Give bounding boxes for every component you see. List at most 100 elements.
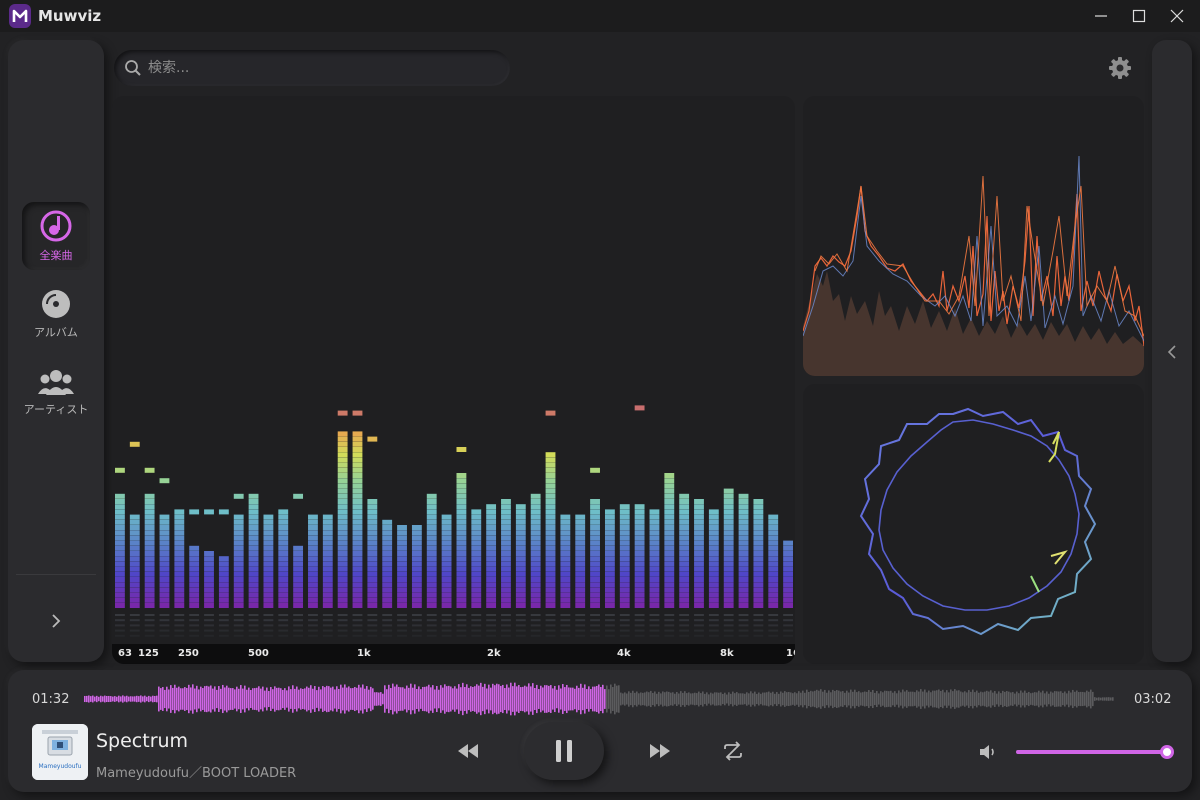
waveform-bar: [426, 686, 428, 712]
waveform-bar: [1024, 690, 1026, 708]
expand-sidebar-button[interactable]: [44, 606, 68, 636]
spectrum-segment: [263, 571, 274, 577]
spectrum-segment: [604, 525, 615, 530]
spectrum-reflection: [486, 629, 497, 632]
spectrum-reflection: [411, 614, 422, 616]
waveform-bar: [786, 692, 788, 706]
waveform-bar: [132, 696, 134, 702]
spectrum-reflection: [397, 619, 407, 622]
spectrum-segment: [723, 603, 734, 608]
spectrum-segment: [115, 551, 125, 556]
spectrum-reflection: [604, 619, 615, 622]
waveform-bar: [466, 684, 468, 714]
spectrum-segment: [189, 571, 200, 577]
waveform-bar: [790, 692, 792, 706]
spectrum-segment: [664, 545, 675, 551]
spectrum-segment: [411, 577, 422, 582]
waveform-bar: [706, 692, 708, 706]
waveform-bar: [670, 692, 672, 706]
waveform-bar: [950, 689, 952, 709]
spectrum-segment: [530, 582, 541, 588]
spectrum-reflection: [723, 624, 734, 627]
spectrum-segment: [397, 525, 407, 530]
spectrum-segment: [604, 514, 615, 520]
spectrum-segment: [144, 587, 155, 593]
expand-right-panel-button[interactable]: [1162, 340, 1182, 364]
spectrum-reflection: [783, 634, 793, 637]
waveform-bar: [606, 685, 608, 713]
sidebar-item-artists[interactable]: アーティスト: [22, 358, 90, 426]
spectrum-reflection: [293, 629, 304, 632]
volume-slider[interactable]: [1016, 745, 1175, 759]
spectrum-segment: [322, 571, 333, 577]
spectrum-reflection: [441, 624, 452, 627]
spectrum-segment: [144, 545, 155, 551]
spectrum-segment: [590, 540, 600, 546]
spectrum-reflection: [486, 634, 497, 637]
sidebar-item-albums[interactable]: アルバム: [22, 280, 90, 348]
spectrum-segment: [545, 577, 556, 582]
pause-button[interactable]: [524, 722, 604, 780]
seek-waveform[interactable]: [84, 680, 1114, 718]
spectrum-segment: [501, 571, 511, 577]
waveform-bar: [178, 686, 180, 712]
volume-button[interactable]: [976, 740, 1000, 764]
spectrum-segment: [590, 525, 600, 530]
waveform-bar: [1086, 690, 1088, 708]
waveform-bar: [678, 693, 680, 705]
spectrum-segment: [115, 499, 125, 504]
spectrum-segment: [308, 577, 318, 582]
waveform-bar: [318, 686, 320, 712]
waveform-bar: [268, 690, 270, 708]
frequency-axis: 63 125 250 500 1k 2k 4k 8k 16k: [112, 644, 795, 664]
waveform-bar: [476, 684, 478, 714]
spectrum-segment: [649, 561, 660, 567]
repeat-button[interactable]: [718, 736, 748, 766]
waveform-bar: [806, 689, 808, 709]
waveform-bar: [896, 693, 898, 705]
waveform-bar: [944, 692, 946, 706]
spectrum-segment: [441, 556, 452, 562]
spectrum-segment: [694, 535, 704, 541]
waveform-bar: [446, 686, 448, 712]
waveform-bar: [86, 695, 88, 703]
sidebar-item-all-songs[interactable]: 全楽曲: [22, 202, 90, 270]
spectrum-segment: [545, 478, 556, 484]
waveform-bar: [550, 685, 552, 713]
spectrum-segment: [604, 545, 615, 551]
spectrum-segment: [619, 587, 630, 593]
waveform-bar: [140, 695, 142, 703]
spectrum-segment: [575, 566, 586, 572]
waveform-bar: [1054, 691, 1056, 707]
spectrum-segment: [738, 556, 749, 562]
spectrum-segment: [753, 530, 764, 536]
next-button[interactable]: [644, 738, 676, 764]
volume-thumb[interactable]: [1160, 745, 1175, 759]
spectrum-segment: [664, 571, 675, 577]
waveform-bar: [170, 685, 172, 713]
waveform-bar: [330, 687, 332, 711]
spectrum-reflection: [174, 624, 185, 627]
spectrum-reflection: [263, 634, 274, 637]
waveform-bar: [538, 689, 540, 709]
search-input[interactable]: [148, 56, 488, 80]
spectrum-reflection: [189, 614, 200, 616]
spectrum-segment: [768, 603, 779, 608]
spectrum-segment: [515, 566, 526, 572]
waveform-bar: [708, 694, 710, 704]
spectrum-segment: [604, 597, 615, 603]
spectrum-reflection: [367, 629, 378, 632]
spectrum-segment: [783, 592, 793, 598]
spectrum-reflection: [738, 619, 749, 622]
previous-button[interactable]: [452, 738, 484, 764]
close-button[interactable]: [1154, 0, 1200, 32]
spectrum-segment: [337, 525, 348, 530]
spectrum-segment: [738, 566, 749, 572]
spectrum-segment: [367, 603, 378, 608]
spectrum-reflection: [545, 634, 556, 637]
spectrum-reflection: [411, 634, 422, 637]
spectrum-segment: [619, 592, 630, 598]
settings-button[interactable]: [1108, 56, 1132, 80]
spectrum-segment: [634, 530, 645, 536]
waveform-bar: [982, 692, 984, 706]
